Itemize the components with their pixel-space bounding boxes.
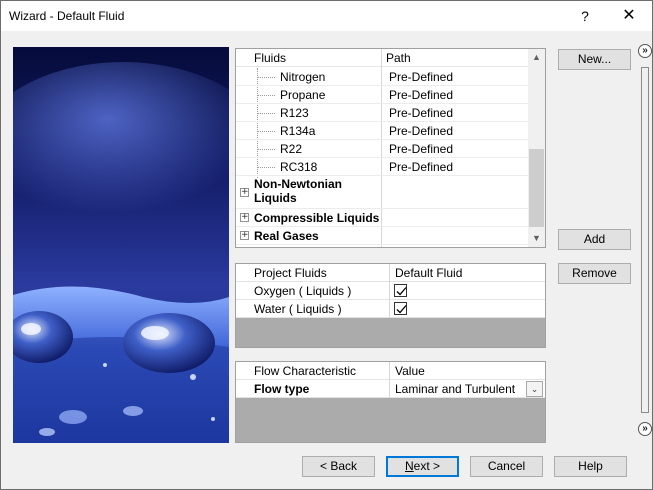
default-fluid-column-header[interactable]: Default Fluid <box>395 264 462 282</box>
scroll-up-icon[interactable]: ▲ <box>528 49 545 66</box>
fluid-row[interactable]: R22 Pre-Defined <box>236 140 528 158</box>
fluid-row[interactable]: R123 Pre-Defined <box>236 104 528 122</box>
help-title-button[interactable]: ? <box>563 1 607 31</box>
expand-icon[interactable]: + <box>240 213 249 222</box>
new-fluid-button[interactable]: New... <box>558 49 631 70</box>
back-button[interactable]: < Back <box>302 456 375 477</box>
project-fluids-header: Project Fluids Default Fluid <box>236 264 545 282</box>
fluids-table: Fluids Path Nitrogen Pre-Defined Propane… <box>235 48 546 248</box>
add-fluid-button[interactable]: Add <box>558 229 631 250</box>
default-fluid-checkbox[interactable] <box>394 302 407 315</box>
fluid-path: Pre-Defined <box>389 142 454 156</box>
chevron-down-icon[interactable]: ⌄ <box>526 381 543 397</box>
fluid-path: Pre-Defined <box>389 124 454 138</box>
project-fluids-table: Project Fluids Default Fluid Oxygen ( Li… <box>235 263 546 348</box>
fluid-name: R22 <box>280 142 303 156</box>
fluid-group-label-line2: Liquids <box>254 191 297 205</box>
collapse-icon[interactable]: » <box>638 44 652 58</box>
column-divider[interactable] <box>389 264 390 282</box>
side-panel-scrollbar[interactable] <box>641 67 649 413</box>
fluid-group-row[interactable]: + Real Gases <box>236 227 528 245</box>
close-button[interactable]: ✕ <box>607 1 651 31</box>
cancel-button[interactable]: Cancel <box>470 456 543 477</box>
fluid-path: Pre-Defined <box>389 106 454 120</box>
remove-fluid-button[interactable]: Remove <box>558 263 631 284</box>
column-divider[interactable] <box>389 362 390 380</box>
flow-header: Flow Characteristic Value <box>236 362 545 380</box>
project-fluid-row[interactable]: Water ( Liquids ) <box>236 300 545 318</box>
flow-type-row[interactable]: Flow type Laminar and Turbulent ⌄ <box>236 380 545 398</box>
project-fluids-column-header[interactable]: Project Fluids <box>254 264 327 282</box>
fluid-group-row[interactable]: + Compressible Liquids <box>236 209 528 227</box>
fluid-name: Propane <box>280 88 326 102</box>
fluids-scrollbar[interactable]: ▲ ▼ <box>528 49 545 247</box>
expand-panel-icon[interactable]: » <box>638 422 652 436</box>
fluid-path: Pre-Defined <box>389 88 454 102</box>
wizard-image <box>13 47 229 443</box>
tree-branch <box>257 77 275 78</box>
tree-branch <box>257 131 275 132</box>
title-bar: Wizard - Default Fluid ? ✕ <box>1 1 652 31</box>
tree-branch <box>257 95 275 96</box>
scroll-down-icon[interactable]: ▼ <box>528 230 545 247</box>
fluid-group-label: Real Gases <box>254 229 319 243</box>
flow-characteristic-table: Flow Characteristic Value Flow type Lami… <box>235 361 546 443</box>
fluid-path: Pre-Defined <box>389 160 454 174</box>
fluids-column-header[interactable]: Fluids <box>254 49 286 67</box>
next-button[interactable]: Next > <box>386 456 459 477</box>
column-divider <box>389 282 390 300</box>
flow-characteristic-column-header[interactable]: Flow Characteristic <box>254 362 356 380</box>
back-arrow: < <box>319 459 327 473</box>
column-divider <box>389 300 390 318</box>
checkmark-icon <box>396 305 407 314</box>
fluid-name: Nitrogen <box>280 70 326 84</box>
path-column-header[interactable]: Path <box>386 49 411 67</box>
fluid-group-label-line1: Non-Newtonian <box>254 177 342 191</box>
next-label: ext > <box>413 459 441 473</box>
fluid-name: R123 <box>280 106 309 120</box>
value-column-header[interactable]: Value <box>395 362 425 380</box>
tree-branch <box>257 149 275 150</box>
scroll-thumb[interactable] <box>529 149 544 227</box>
default-fluid-checkbox[interactable] <box>394 284 407 297</box>
fluid-row[interactable]: RC318 Pre-Defined <box>236 158 528 176</box>
tree-branch <box>257 113 275 114</box>
fluid-path: Pre-Defined <box>389 70 454 84</box>
back-label: Back <box>327 459 358 473</box>
expand-icon[interactable]: + <box>240 188 249 197</box>
fluid-name: RC318 <box>280 160 318 174</box>
project-fluid-name: Water ( Liquids ) <box>254 302 342 316</box>
flow-type-value[interactable]: Laminar and Turbulent <box>395 380 515 398</box>
flow-type-label: Flow type <box>254 382 310 396</box>
checkmark-icon <box>396 287 407 296</box>
wizard-window: Wizard - Default Fluid ? ✕ Fluids Path N… <box>0 0 653 490</box>
fluids-table-header: Fluids Path <box>236 49 528 67</box>
tree-branch <box>257 167 275 168</box>
fluid-row[interactable]: R134a Pre-Defined <box>236 122 528 140</box>
fluid-group-row[interactable]: + Non-Newtonian Liquids <box>236 176 528 209</box>
expand-icon[interactable]: + <box>240 231 249 240</box>
fluid-name: R134a <box>280 124 316 138</box>
fluid-row[interactable]: Propane Pre-Defined <box>236 86 528 104</box>
fluid-row[interactable]: Nitrogen Pre-Defined <box>236 68 528 86</box>
help-button[interactable]: Help <box>554 456 627 477</box>
next-label-mnemonic: N <box>404 459 414 473</box>
fluid-group-label: Compressible Liquids <box>254 211 380 225</box>
project-fluid-name: Oxygen ( Liquids ) <box>254 284 352 298</box>
column-divider <box>389 380 390 398</box>
project-fluid-row[interactable]: Oxygen ( Liquids ) <box>236 282 545 300</box>
window-title: Wizard - Default Fluid <box>9 9 125 23</box>
